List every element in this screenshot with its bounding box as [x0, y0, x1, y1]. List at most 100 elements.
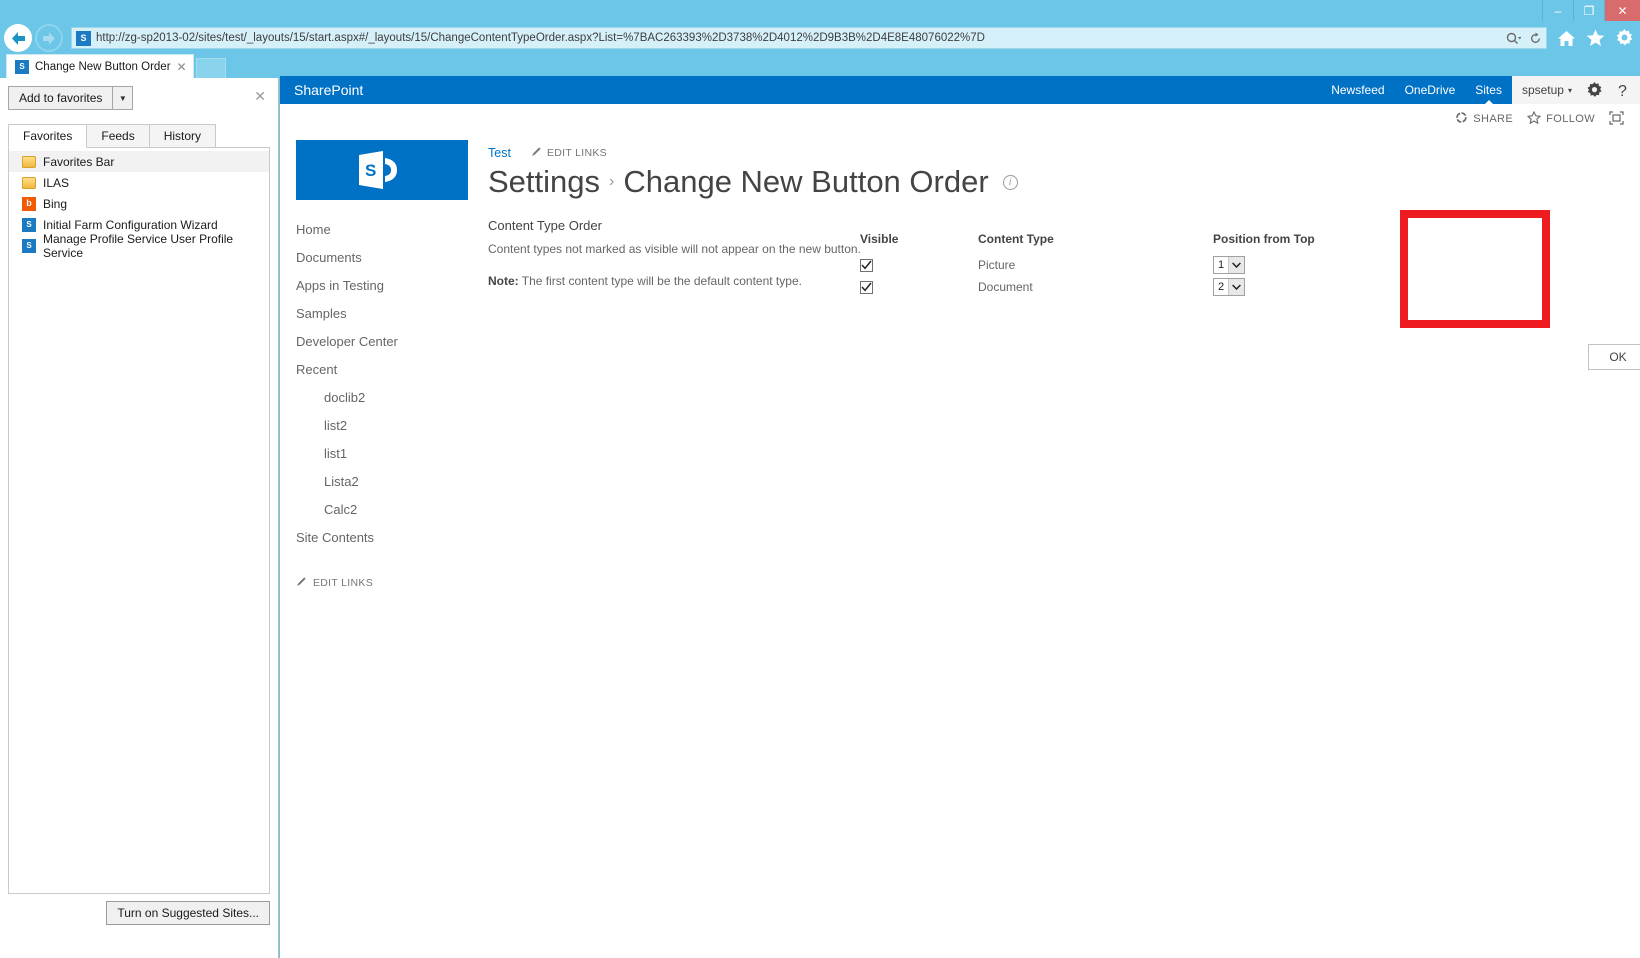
page-body: Home Documents Apps in Testing Samples D…: [280, 210, 1640, 590]
tab-close-icon[interactable]: ✕: [171, 60, 187, 74]
forward-button[interactable]: [35, 24, 63, 52]
chevron-down-icon[interactable]: ▼: [112, 87, 132, 109]
position-select-picture[interactable]: 1: [1213, 256, 1245, 274]
sidebar-item-recent[interactable]: Recent: [296, 356, 470, 384]
site-logo[interactable]: S: [296, 140, 468, 200]
follow-button[interactable]: FOLLOW: [1526, 110, 1595, 127]
favorites-panel-footer: Turn on Suggested Sites...: [8, 901, 270, 925]
close-window-button[interactable]: ✕: [1604, 0, 1640, 21]
list-item[interactable]: S Manage Profile Service User Profile Se…: [9, 232, 269, 260]
favorites-list[interactable]: Favorites Bar ILAS b Bing S Initial Farm…: [8, 148, 270, 894]
sidebar-item-documents[interactable]: Documents: [296, 244, 470, 272]
page-header: S Test EDIT LINKS Settings › Change New …: [280, 134, 1640, 200]
sidebar-item-lista2[interactable]: Lista2: [296, 468, 470, 496]
edit-links-label: EDIT LINKS: [546, 147, 607, 159]
favorites-panel: Add to favorites ▼ ✕ Favorites Feeds His…: [0, 78, 279, 958]
column-header-visible: Visible: [860, 232, 899, 246]
tab-title: Change New Button Order: [35, 60, 171, 73]
suite-link-onedrive[interactable]: OneDrive: [1395, 76, 1466, 104]
bing-icon: b: [21, 196, 37, 212]
browser-toolbar-icons: [1557, 28, 1634, 48]
add-to-favorites-button[interactable]: Add to favorites ▼: [8, 86, 134, 110]
tab-feeds[interactable]: Feeds: [86, 124, 150, 147]
focus-on-content-button[interactable]: [1609, 110, 1624, 128]
list-item[interactable]: b Bing: [9, 193, 269, 214]
help-icon[interactable]: ?: [1617, 82, 1630, 99]
sidebar-item-home[interactable]: Home: [296, 216, 470, 244]
list-item[interactable]: Favorites Bar: [9, 151, 269, 172]
list-item-label: Bing: [43, 196, 68, 211]
new-tab-button[interactable]: [195, 58, 226, 78]
title-zone: Test EDIT LINKS Settings › Change New Bu…: [468, 140, 1018, 200]
browser-tab[interactable]: S Change New Button Order ✕: [6, 54, 194, 78]
share-icon: [1455, 111, 1468, 127]
suite-user-zone: spsetup ▾ ?: [1511, 76, 1640, 104]
suite-link-sites[interactable]: Sites: [1465, 76, 1512, 105]
site-link[interactable]: Test: [488, 146, 511, 160]
browser-address-row: S http://zg-sp2013-02/sites/test/_layout…: [0, 22, 1640, 54]
gear-icon[interactable]: [1586, 81, 1603, 99]
refresh-icon[interactable]: [1529, 32, 1542, 45]
sidebar-item-site-contents[interactable]: Site Contents: [296, 524, 470, 552]
sidebar-item-doclib2[interactable]: doclib2: [296, 384, 470, 412]
chevron-down-icon[interactable]: [1228, 257, 1244, 273]
svg-text:?: ?: [1618, 83, 1627, 99]
favorites-panel-header: Add to favorites ▼ ✕: [8, 84, 270, 112]
sidebar-item-developer-center[interactable]: Developer Center: [296, 328, 470, 356]
add-to-favorites-label: Add to favorites: [19, 91, 103, 105]
svg-text:S: S: [365, 161, 376, 180]
star-icon: [1526, 110, 1542, 127]
content-type-picture: Picture: [978, 258, 1016, 272]
suite-brand[interactable]: SharePoint: [294, 82, 363, 98]
list-item[interactable]: ILAS: [9, 172, 269, 193]
search-icon[interactable]: [1506, 32, 1521, 45]
close-icon[interactable]: ✕: [254, 88, 266, 105]
tools-gear-icon[interactable]: [1615, 28, 1634, 48]
suite-link-newsfeed[interactable]: Newsfeed: [1321, 76, 1394, 104]
home-icon[interactable]: [1557, 30, 1576, 47]
position-select-document[interactable]: 2: [1213, 278, 1245, 296]
list-item-label: Initial Farm Configuration Wizard: [43, 217, 218, 232]
focus-on-content-icon: [1609, 110, 1624, 128]
chevron-down-icon[interactable]: [1228, 279, 1244, 295]
page-title-parent[interactable]: Settings: [488, 164, 600, 200]
note-label: Note:: [488, 274, 519, 288]
tab-history[interactable]: History: [148, 124, 217, 147]
turn-on-suggested-sites-button[interactable]: Turn on Suggested Sites...: [106, 901, 270, 925]
sidebar-item-apps-in-testing[interactable]: Apps in Testing: [296, 272, 470, 300]
tab-favorites[interactable]: Favorites: [8, 124, 88, 148]
sidebar-item-list1[interactable]: list1: [296, 440, 470, 468]
table-row: 1: [1213, 254, 1373, 276]
forward-arrow-icon: [42, 32, 55, 44]
edit-links-top-button[interactable]: EDIT LINKS: [531, 146, 607, 160]
content-type-document: Document: [978, 280, 1033, 294]
sidebar-item-list2[interactable]: list2: [296, 412, 470, 440]
edit-links-nav-button[interactable]: EDIT LINKS: [296, 576, 470, 590]
list-item-label: Manage Profile Service User Profile Serv…: [43, 231, 234, 260]
page-actions-bar: SHARE FOLLOW: [280, 104, 1640, 134]
column-header-position: Position from Top: [1213, 232, 1315, 246]
note-text: The first content type will be the defau…: [518, 274, 802, 288]
favorites-tabs: Favorites Feeds History: [8, 124, 270, 148]
ok-button[interactable]: OK: [1588, 344, 1640, 370]
sidebar-item-calc2[interactable]: Calc2: [296, 496, 470, 524]
content-area: Content Type Order Content types not mar…: [470, 210, 1640, 590]
address-bar[interactable]: S http://zg-sp2013-02/sites/test/_layout…: [71, 27, 1547, 49]
back-button[interactable]: [4, 24, 32, 52]
sidebar-item-samples[interactable]: Samples: [296, 300, 470, 328]
sharepoint-icon: S: [21, 238, 37, 254]
share-button[interactable]: SHARE: [1455, 111, 1513, 127]
favorites-star-icon[interactable]: [1586, 29, 1605, 47]
url-text[interactable]: http://zg-sp2013-02/sites/test/_layouts/…: [96, 32, 1500, 44]
info-icon[interactable]: i: [1002, 174, 1018, 190]
internet-explorer-window: – ❐ ✕ S http://zg-sp2013-02/sites/test/_…: [0, 0, 1640, 958]
visible-checkbox-picture[interactable]: [860, 258, 873, 272]
form-buttons: OK Cancel: [1588, 344, 1640, 370]
section-heading: Content Type Order: [488, 218, 602, 233]
suite-bar-right: Newsfeed OneDrive Sites spsetup ▾ ?: [1321, 76, 1640, 105]
folder-icon: [21, 175, 37, 191]
minimize-button[interactable]: –: [1542, 0, 1573, 21]
restore-button[interactable]: ❐: [1573, 0, 1604, 21]
visible-checkbox-document[interactable]: [860, 280, 873, 294]
user-menu[interactable]: spsetup ▾: [1522, 83, 1572, 97]
